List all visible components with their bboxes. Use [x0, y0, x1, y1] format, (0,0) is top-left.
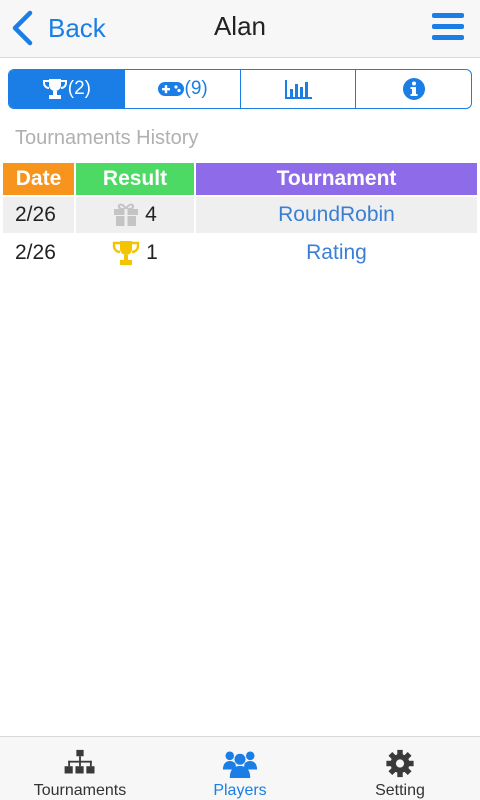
tab-games[interactable]: (9) — [123, 70, 240, 108]
nav-players-label: Players — [213, 782, 267, 799]
tab-tournaments[interactable]: (2) — [9, 70, 124, 108]
column-header-date[interactable]: Date — [3, 163, 74, 195]
segmented-tabs: (2) (9) — [8, 69, 472, 109]
bar-chart-icon — [284, 80, 312, 99]
row-date: 2/26 — [3, 197, 74, 233]
nav-tournaments-label: Tournaments — [33, 782, 127, 799]
gift-icon — [114, 203, 139, 226]
bracket-icon — [64, 749, 95, 774]
players-icon — [222, 751, 258, 778]
trophy-icon — [42, 79, 67, 99]
nav-setting[interactable]: Setting — [320, 737, 480, 800]
tab-games-count: (9) — [184, 78, 208, 99]
nav-tournaments[interactable]: Tournaments — [0, 737, 160, 800]
tab-stats[interactable] — [239, 70, 356, 108]
row-date: 2/26 — [15, 241, 56, 264]
page-title: Alan — [213, 11, 267, 41]
table-header: Date Result Tournament — [3, 163, 477, 195]
trophy-icon — [112, 241, 140, 265]
row-tournament-link[interactable]: Rating — [196, 235, 477, 271]
nav-setting-label: Setting — [375, 782, 425, 799]
row-result: 4 — [76, 197, 194, 233]
nav-bar: Back Alan — [0, 0, 480, 58]
row-result: 1 — [76, 235, 194, 271]
gamepad-icon — [157, 82, 184, 96]
table-row[interactable]: 2/26 1 Rating — [3, 235, 477, 271]
hamburger-line — [432, 35, 464, 40]
nav-players[interactable]: Players — [160, 737, 320, 800]
menu-button[interactable] — [432, 13, 464, 41]
tab-tournaments-count: (2) — [67, 78, 91, 99]
info-icon — [402, 78, 425, 100]
row-result-rank: 4 — [145, 203, 157, 226]
column-header-tournament[interactable]: Tournament — [196, 163, 477, 195]
tournaments-history-table: Date Result Tournament 2/26 4 RoundRobin… — [3, 163, 477, 271]
table-row[interactable]: 2/26 4 RoundRobin — [3, 197, 477, 233]
hamburger-line — [432, 24, 464, 29]
section-title: Tournaments History — [15, 127, 199, 149]
bottom-tab-bar: Tournaments Players Setting — [0, 736, 480, 800]
row-result-rank: 1 — [146, 241, 158, 264]
column-header-result[interactable]: Result — [76, 163, 194, 195]
gear-icon — [386, 749, 414, 778]
tab-info[interactable] — [355, 70, 471, 108]
hamburger-icon — [432, 13, 464, 18]
row-tournament-link[interactable]: RoundRobin — [196, 197, 477, 233]
